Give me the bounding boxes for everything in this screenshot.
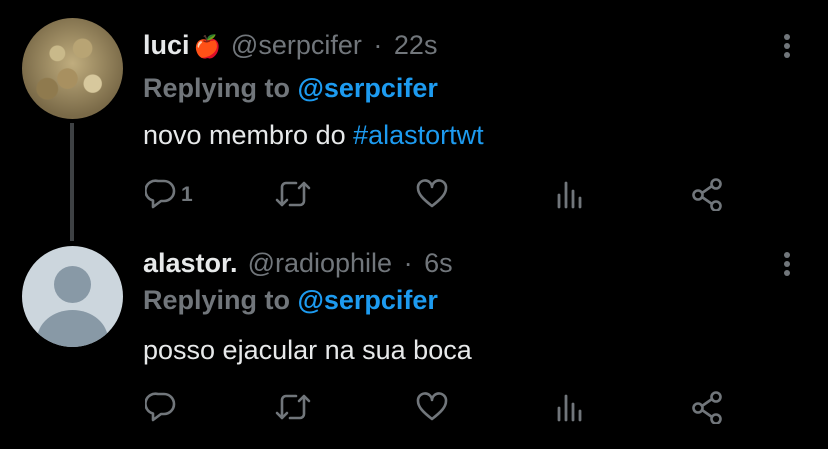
- reply-count: 1: [181, 183, 193, 206]
- tweet-2[interactable]: alastor. @radiophile · 6s Replying to @se…: [0, 240, 828, 449]
- timestamp[interactable]: 6s: [424, 248, 453, 278]
- replying-label: Replying to: [143, 285, 290, 315]
- views-button[interactable]: [555, 390, 585, 426]
- retweet-icon: [275, 181, 311, 207]
- reply-icon: [145, 392, 176, 422]
- like-icon: [416, 392, 448, 421]
- apple-emoji: 🍎: [193, 34, 221, 59]
- tweet-actions: 1: [0, 177, 828, 217]
- avatar-head: [54, 266, 91, 303]
- handle[interactable]: @serpcifer: [231, 30, 362, 60]
- like-icon: [416, 179, 448, 208]
- like-button[interactable]: [415, 390, 449, 426]
- retweet-icon: [275, 394, 311, 420]
- handle[interactable]: @radiophile: [248, 248, 393, 278]
- replying-mention[interactable]: @serpcifer: [298, 285, 438, 315]
- display-name[interactable]: luci: [143, 30, 190, 60]
- replying-label: Replying to: [143, 73, 290, 103]
- avatar-body: [37, 310, 108, 347]
- more-icon[interactable]: [777, 252, 797, 282]
- hashtag-link[interactable]: #alastortwt: [353, 120, 484, 150]
- replying-to: Replying to @serpcifer: [143, 284, 438, 316]
- timestamp[interactable]: 22s: [394, 30, 438, 60]
- views-button[interactable]: [555, 177, 585, 213]
- default-avatar[interactable]: [22, 246, 123, 347]
- replying-mention[interactable]: @serpcifer: [298, 73, 438, 103]
- replying-to: Replying to @serpcifer: [143, 72, 438, 104]
- separator: ·: [403, 248, 413, 278]
- like-button[interactable]: [415, 177, 449, 213]
- share-button[interactable]: [691, 390, 723, 426]
- tweet-text-body: novo membro do: [143, 120, 354, 150]
- retweet-button[interactable]: [274, 177, 312, 213]
- reply-button[interactable]: [145, 390, 177, 426]
- tweet-1[interactable]: luci 🍎 @serpcifer · 22s Replying to @serpc…: [0, 0, 828, 241]
- tweet-actions: [0, 390, 828, 430]
- more-icon[interactable]: [777, 34, 797, 64]
- retweet-button[interactable]: [274, 390, 312, 426]
- reply-icon: [145, 179, 176, 209]
- separator: ·: [373, 30, 383, 60]
- avatar[interactable]: [22, 18, 123, 119]
- share-button[interactable]: [691, 177, 723, 213]
- tweet-header: alastor. @radiophile · 6s: [143, 247, 453, 279]
- display-name[interactable]: alastor.: [143, 248, 238, 278]
- views-icon: [557, 394, 582, 422]
- tweet-text: posso ejacular na sua boca: [143, 335, 472, 365]
- tweet-text: novo membro do #alastortwt: [143, 119, 484, 151]
- share-icon: [692, 178, 722, 211]
- share-icon: [692, 391, 722, 424]
- reply-button[interactable]: 1: [145, 177, 193, 213]
- views-icon: [557, 181, 582, 209]
- tweet-header: luci 🍎 @serpcifer · 22s: [143, 29, 437, 63]
